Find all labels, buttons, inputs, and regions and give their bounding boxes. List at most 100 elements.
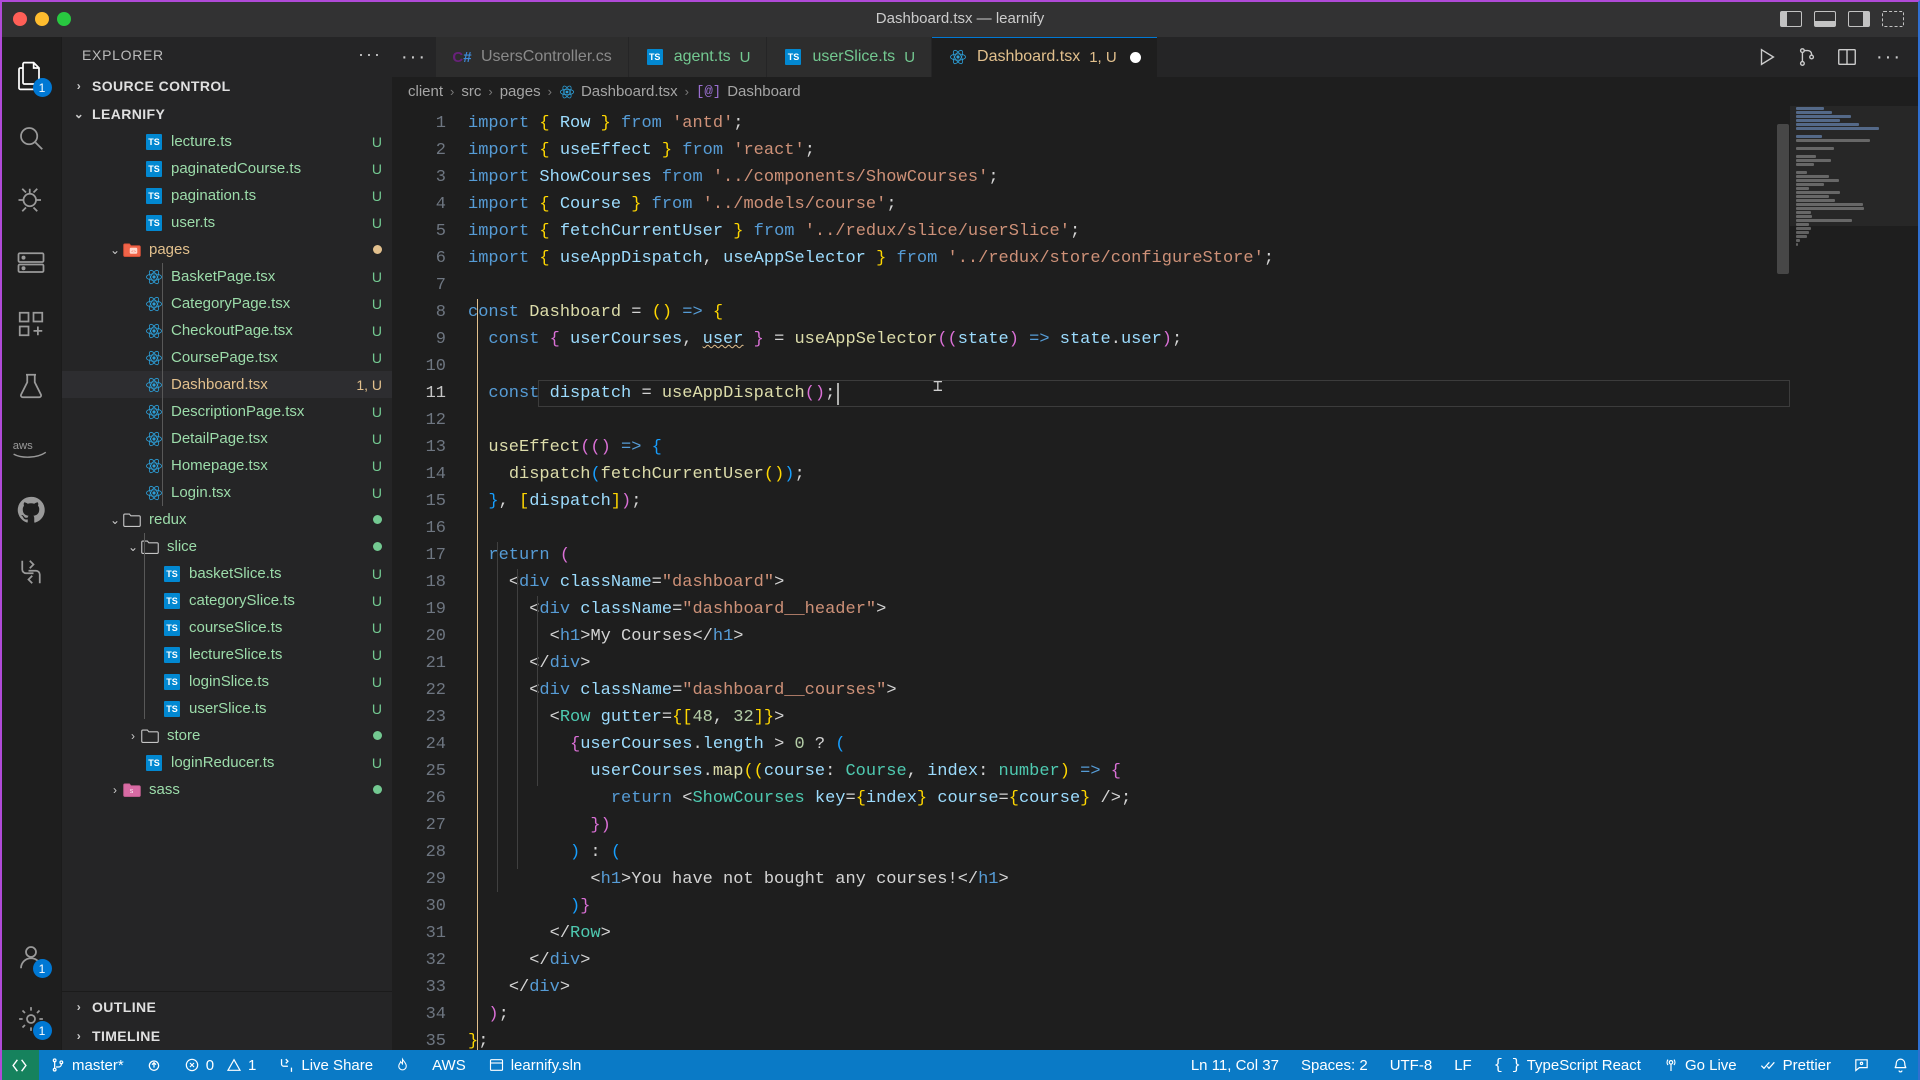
code-line[interactable]: import ShowCourses from '../components/S…: [468, 164, 1920, 191]
tree-item-store[interactable]: › store: [62, 722, 392, 749]
code-line[interactable]: <h1>My Courses</h1>: [468, 623, 1920, 650]
status-eol[interactable]: LF: [1443, 1050, 1483, 1080]
breadcrumb-item-client[interactable]: client: [408, 83, 443, 100]
toggle-panel-icon[interactable]: [1814, 10, 1836, 27]
status-go-live[interactable]: Go Live: [1652, 1050, 1748, 1080]
status-indentation[interactable]: Spaces: 2: [1290, 1050, 1379, 1080]
tree-item-lectureSlice-ts[interactable]: TS lectureSlice.ts U: [62, 641, 392, 668]
code-line[interactable]: </div>: [468, 947, 1920, 974]
code-line[interactable]: [468, 272, 1920, 299]
code-line[interactable]: {userCourses.length > 0 ? (: [468, 731, 1920, 758]
code-line[interactable]: </div>: [468, 650, 1920, 677]
code-line[interactable]: return (: [468, 542, 1920, 569]
maximize-window-button[interactable]: [57, 11, 71, 26]
status-sync[interactable]: [135, 1050, 173, 1080]
breadcrumb-item-pages[interactable]: pages: [500, 83, 541, 100]
tree-item-Homepage-tsx[interactable]: Homepage.tsx U: [62, 452, 392, 479]
code-line[interactable]: <Row gutter={[48, 32]}>: [468, 704, 1920, 731]
tab-list[interactable]: C# UsersController.cs TS agent.ts U TS userSli…: [436, 37, 1158, 77]
toggle-primary-sidebar-icon[interactable]: [1780, 10, 1802, 27]
tree-item-loginSlice-ts[interactable]: TS loginSlice.ts U: [62, 668, 392, 695]
chevron-down-icon[interactable]: ⌄: [108, 513, 122, 527]
code-line[interactable]: import { Row } from 'antd';: [468, 110, 1920, 137]
code-line[interactable]: useEffect(() => {: [468, 434, 1920, 461]
tree-item-courseSlice-ts[interactable]: TS courseSlice.ts U: [62, 614, 392, 641]
code-line[interactable]: import { useEffect } from 'react';: [468, 137, 1920, 164]
explorer-more-actions-icon[interactable]: ···: [358, 44, 382, 65]
tab-agent-ts[interactable]: TS agent.ts U: [628, 37, 768, 77]
code-line[interactable]: <div className="dashboard__header">: [468, 596, 1920, 623]
section-learnify[interactable]: ⌄ LEARNIFY: [62, 100, 392, 128]
status-language-mode[interactable]: { } TypeScript React: [1483, 1050, 1652, 1080]
tree-item-DescriptionPage-tsx[interactable]: DescriptionPage.tsx U: [62, 398, 392, 425]
more-actions-icon[interactable]: ···: [1876, 46, 1902, 69]
tree-item-slice[interactable]: ⌄ slice: [62, 533, 392, 560]
code-line[interactable]: [468, 353, 1920, 380]
breadcrumb-item-src[interactable]: src: [461, 83, 481, 100]
tree-item-CategoryPage-tsx[interactable]: CategoryPage.tsx U: [62, 290, 392, 317]
file-tree[interactable]: TS lecture.ts U TS paginatedCourse.ts U TS pagi…: [62, 128, 392, 991]
tree-item-CoursePage-tsx[interactable]: CoursePage.tsx U: [62, 344, 392, 371]
status-notifications[interactable]: [1881, 1050, 1920, 1080]
code-line[interactable]: dispatch(fetchCurrentUser());: [468, 461, 1920, 488]
tab-Dashboard-tsx[interactable]: Dashboard.tsx 1, U: [932, 37, 1158, 77]
section-timeline[interactable]: › TIMELINE: [62, 1021, 392, 1050]
code-line[interactable]: <div className="dashboard__courses">: [468, 677, 1920, 704]
code-content[interactable]: import { Row } from 'antd'; import { useE…: [468, 106, 1920, 1050]
tree-item-DetailPage-tsx[interactable]: DetailPage.tsx U: [62, 425, 392, 452]
tree-item-redux[interactable]: ⌄ redux: [62, 506, 392, 533]
code-line[interactable]: };: [468, 1028, 1920, 1050]
chevron-right-icon[interactable]: ›: [108, 783, 122, 797]
toggle-secondary-sidebar-icon[interactable]: [1848, 10, 1870, 27]
breadcrumb-item-Dashboard[interactable]: [@] Dashboard: [696, 83, 801, 100]
code-line[interactable]: }, [dispatch]);: [468, 488, 1920, 515]
tree-item-basketSlice-ts[interactable]: TS basketSlice.ts U: [62, 560, 392, 587]
code-line[interactable]: userCourses.map((course: Course, index: …: [468, 758, 1920, 785]
minimap-slider[interactable]: [1790, 106, 1920, 226]
activity-remote-explorer[interactable]: [0, 231, 62, 293]
status-remote-host[interactable]: [0, 1050, 39, 1080]
tree-item-BasketPage-tsx[interactable]: BasketPage.tsx U: [62, 263, 392, 290]
code-line[interactable]: )}: [468, 893, 1920, 920]
tree-item-loginReducer-ts[interactable]: TS loginReducer.ts U: [62, 749, 392, 776]
code-line[interactable]: </div>: [468, 974, 1920, 1001]
activity-aws[interactable]: aws: [0, 417, 62, 479]
status-live-share[interactable]: Live Share: [267, 1050, 384, 1080]
code-line[interactable]: );: [468, 1001, 1920, 1028]
tree-item-pages[interactable]: ⌄ <> pages: [62, 236, 392, 263]
status-radon[interactable]: [384, 1050, 421, 1080]
split-source-control-icon[interactable]: [1796, 46, 1818, 68]
tree-item-paginatedCourse-ts[interactable]: TS paginatedCourse.ts U: [62, 155, 392, 182]
tree-item-CheckoutPage-tsx[interactable]: CheckoutPage.tsx U: [62, 317, 392, 344]
minimap[interactable]: [1790, 106, 1920, 1050]
chevron-down-icon[interactable]: ⌄: [126, 540, 140, 554]
tree-item-Login-tsx[interactable]: Login.tsx U: [62, 479, 392, 506]
editor-scrollbar[interactable]: [1777, 124, 1789, 274]
tabs-overflow-icon[interactable]: ···: [392, 37, 436, 77]
layout-controls[interactable]: [1780, 10, 1920, 27]
activity-manage[interactable]: 1: [0, 988, 62, 1050]
status-cursor-position[interactable]: Ln 11, Col 37: [1180, 1050, 1290, 1080]
code-line[interactable]: import { Course } from '../models/course…: [468, 191, 1920, 218]
tab-dirty-indicator[interactable]: [1129, 51, 1141, 63]
activity-live-share[interactable]: [0, 541, 62, 603]
breadcrumb[interactable]: client › src › pages › Dashboard.tsx › [@] Dashbo…: [392, 77, 1920, 106]
code-line[interactable]: ) : (: [468, 839, 1920, 866]
activity-github[interactable]: [0, 479, 62, 541]
tree-item-categorySlice-ts[interactable]: TS categorySlice.ts U: [62, 587, 392, 614]
tree-item-Dashboard-tsx[interactable]: Dashboard.tsx 1, U: [62, 371, 392, 398]
code-editor[interactable]: 1 2 3 4 5 6 7 8 9 10 11 12 13 14 15 16 17 18 19 20 21 22 23 24 2…: [392, 106, 1920, 1050]
section-source-control[interactable]: › SOURCE CONTROL: [62, 72, 392, 100]
tree-item-userSlice-ts[interactable]: TS userSlice.ts U: [62, 695, 392, 722]
code-line[interactable]: [468, 407, 1920, 434]
status-problems[interactable]: 0 1: [173, 1050, 268, 1080]
tree-item-user-ts[interactable]: TS user.ts U: [62, 209, 392, 236]
split-editor-icon[interactable]: [1836, 46, 1858, 68]
breadcrumb-item-Dashboard-tsx[interactable]: Dashboard.tsx: [559, 83, 678, 100]
tab-userSlice-ts[interactable]: TS userSlice.ts U: [767, 37, 933, 77]
code-line[interactable]: <h1>You have not bought any courses!</h1…: [468, 866, 1920, 893]
code-line[interactable]: return <ShowCourses key={index} course={…: [468, 785, 1920, 812]
status-feedback[interactable]: [1842, 1050, 1881, 1080]
chevron-right-icon[interactable]: ›: [126, 729, 140, 743]
code-line[interactable]: const Dashboard = () => {: [468, 299, 1920, 326]
